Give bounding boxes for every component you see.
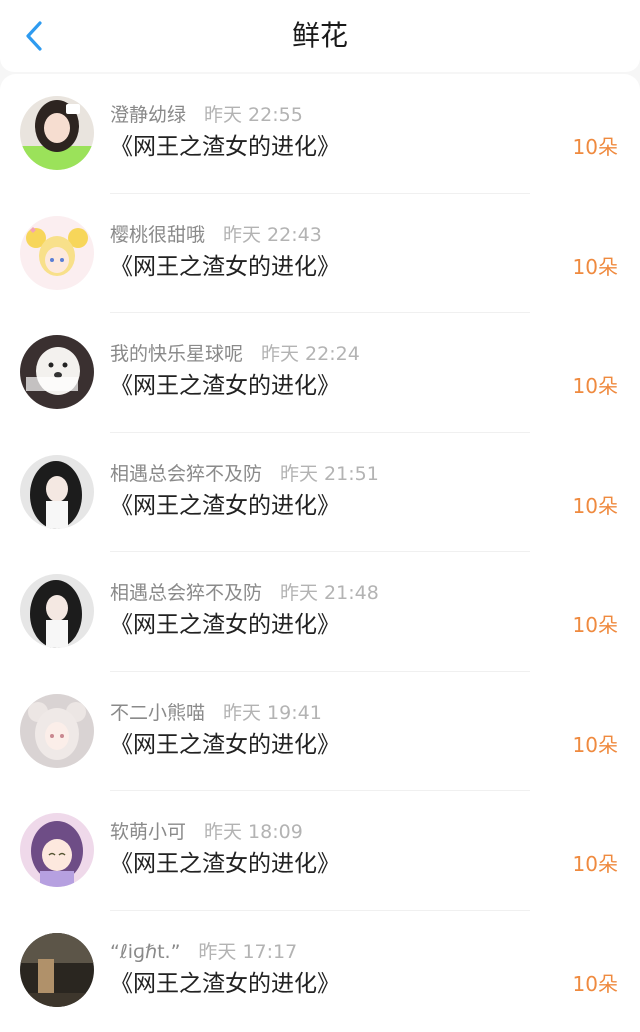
list-item[interactable]: 相遇总会猝不及防 昨天 21:48 《网王之渣女的进化》 10朵 (0, 552, 640, 672)
book-title[interactable]: 《网王之渣女的进化》 (110, 969, 340, 999)
flower-count: 10朵 (572, 732, 618, 757)
list-item[interactable]: “ℓiɡℏt.” 昨天 17:17 《网王之渣女的进化》 10朵 (0, 911, 640, 1031)
list-item[interactable]: 我的快乐星球呢 昨天 22:24 《网王之渣女的进化》 10朵 (0, 313, 640, 433)
avatar[interactable] (20, 454, 94, 529)
timestamp: 昨天 21:51 (280, 462, 379, 485)
flower-count: 10朵 (572, 374, 618, 398)
username[interactable]: 相遇总会猝不及防 (110, 582, 262, 604)
avatar[interactable] (20, 932, 94, 1007)
flower-count: 10朵 (572, 852, 618, 876)
book-title[interactable]: 《网王之渣女的进化》 (110, 730, 340, 760)
book-title[interactable]: 《网王之渣女的进化》 (110, 610, 340, 640)
username[interactable]: “ℓiɡℏt.” (110, 941, 180, 963)
item-meta: 樱桃很甜哦 昨天 22:43 (110, 223, 322, 247)
username[interactable]: 相遇总会猝不及防 (110, 463, 262, 485)
item-meta: 相遇总会猝不及防 昨天 21:51 (110, 462, 379, 486)
timestamp: 昨天 22:55 (204, 104, 303, 126)
timestamp: 昨天 17:17 (198, 940, 298, 963)
username[interactable]: 不二小熊喵 (110, 702, 205, 724)
flower-count: 10朵 (572, 135, 618, 159)
book-title[interactable]: 《网王之渣女的进化》 (110, 371, 340, 401)
list-item[interactable]: 樱桃很甜哦 昨天 22:43 《网王之渣女的进化》 10朵 (0, 194, 640, 314)
timestamp: 昨天 22:24 (261, 343, 360, 365)
avatar[interactable] (20, 693, 94, 768)
list-item[interactable]: 不二小熊喵 昨天 19:41 《网王之渣女的进化》 10朵 (0, 672, 640, 792)
flower-list: 澄静幼绿 昨天 22:55 《网王之渣女的进化》 10朵 樱桃很甜哦 昨天 22… (0, 74, 640, 1032)
list-item[interactable]: 相遇总会猝不及防 昨天 21:51 《网王之渣女的进化》 10朵 (0, 433, 640, 553)
book-title[interactable]: 《网王之渣女的进化》 (110, 849, 340, 879)
book-title[interactable]: 《网王之渣女的进化》 (110, 491, 340, 521)
avatar[interactable] (20, 96, 94, 170)
item-meta: 相遇总会猝不及防 昨天 21:48 (110, 581, 379, 605)
flower-count: 10朵 (572, 493, 618, 518)
app: 鲜花 澄静幼绿 昨天 22:55 《网王之渣女的进化》 10朵 樱桃很甜哦 昨天… (0, 0, 640, 1032)
item-meta: 软萌小可 昨天 18:09 (110, 820, 303, 844)
item-meta: 澄静幼绿 昨天 22:55 (110, 103, 303, 127)
avatar[interactable] (20, 335, 94, 409)
top-bar: 鲜花 (0, 0, 640, 72)
flower-count: 10朵 (572, 971, 618, 996)
item-meta: “ℓiɡℏt.” 昨天 17:17 (110, 940, 297, 964)
username[interactable]: 樱桃很甜哦 (110, 224, 205, 246)
book-title[interactable]: 《网王之渣女的进化》 (110, 132, 340, 162)
timestamp: 昨天 18:09 (204, 821, 303, 843)
book-title[interactable]: 《网王之渣女的进化》 (110, 252, 340, 282)
username[interactable]: 澄静幼绿 (110, 104, 186, 126)
item-meta: 不二小熊喵 昨天 19:41 (110, 701, 322, 725)
item-meta: 我的快乐星球呢 昨天 22:24 (110, 342, 360, 366)
timestamp: 昨天 22:43 (223, 223, 322, 246)
avatar[interactable] (20, 813, 94, 887)
username[interactable]: 软萌小可 (110, 821, 186, 843)
list-item[interactable]: 澄静幼绿 昨天 22:55 《网王之渣女的进化》 10朵 (0, 74, 640, 194)
flower-count: 10朵 (572, 254, 618, 279)
timestamp: 昨天 21:48 (280, 582, 379, 604)
username[interactable]: 我的快乐星球呢 (110, 343, 243, 365)
page-title: 鲜花 (291, 19, 348, 52)
timestamp: 昨天 19:41 (223, 701, 322, 724)
flower-count: 10朵 (572, 613, 618, 637)
avatar[interactable] (20, 574, 94, 648)
list-item[interactable]: 软萌小可 昨天 18:09 《网王之渣女的进化》 10朵 (0, 791, 640, 911)
avatar[interactable] (20, 215, 94, 290)
